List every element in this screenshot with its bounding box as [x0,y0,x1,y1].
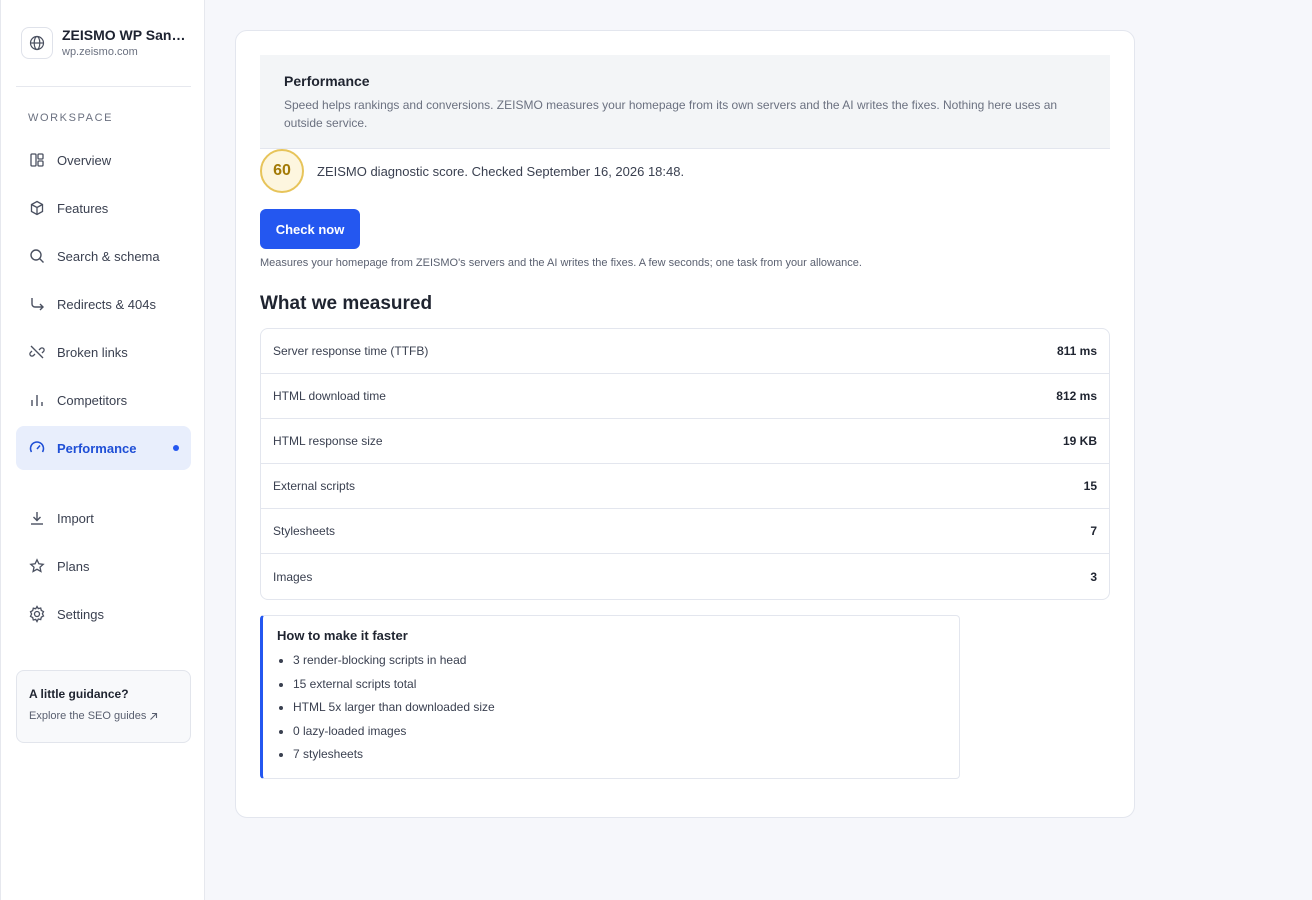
metric-value: 812 ms [1056,389,1097,403]
guidance-card: A little guidance? Explore the SEO guide… [16,670,191,743]
sidebar-item-import[interactable]: Import [16,496,191,540]
score-row: 60 ZEISMO diagnostic score. Checked Sept… [260,149,684,193]
gear-icon [28,605,46,623]
metric-label: Images [273,569,313,584]
metric-value: 3 [1090,569,1097,584]
dashboard-icon [28,151,46,169]
measured-heading: What we measured [260,293,433,314]
sidebar-item-label: Plans [57,558,90,574]
sidebar-item-redirects[interactable]: Redirects & 404s [16,282,191,326]
metric-value: 811 ms [1056,344,1097,358]
seo-guides-link[interactable]: Explore the SEO guides [29,710,178,722]
sidebar-divider [16,86,191,87]
guidance-title: A little guidance? [29,687,129,701]
score-badge: 60 [260,149,304,193]
table-row: Stylesheets 7 [261,509,1109,554]
table-row: Server response time (TTFB) 811 ms [261,329,1109,374]
sidebar-item-label: Overview [57,152,112,168]
table-row: HTML download time 812 ms [261,374,1109,419]
sidebar-item-broken-links[interactable]: Broken links [16,330,191,374]
star-icon [28,557,46,575]
check-now-button[interactable]: Check now [260,209,360,249]
bar-chart-icon [28,391,46,409]
table-row: HTML response size 19 KB [261,419,1109,464]
sidebar-item-label: Performance [57,440,137,456]
tips-list: 3 render-blocking scripts in head 15 ext… [277,649,945,767]
table-row: External scripts 15 [261,464,1109,509]
metric-label: HTML download time [273,389,386,403]
metric-value: 15 [1083,479,1097,493]
list-item: 15 external scripts total [293,673,945,697]
redirect-arrow-icon [28,295,46,313]
list-item: HTML 5x larger than downloaded size [293,696,945,720]
broken-link-icon [28,343,46,361]
sidebar-item-performance[interactable]: Performance [16,426,191,470]
sidebar-item-label: Import [57,510,94,526]
site-url: wp.zeismo.com [62,46,138,58]
list-item: 0 lazy-loaded images [293,720,945,744]
site-switcher[interactable]: ZEISMO WP Sandbox wp.zeismo.com [21,27,191,59]
performance-intro: Performance Speed helps rankings and con… [260,55,1110,149]
sidebar-item-label: Competitors [57,392,128,408]
sidebar-item-plans[interactable]: Plans [16,544,191,588]
metric-value: 7 [1090,524,1097,538]
workspace-label: WORKSPACE [28,112,114,124]
sidebar-item-competitors[interactable]: Competitors [16,378,191,422]
active-indicator-dot [173,445,179,451]
score-description: ZEISMO diagnostic score. Checked Septemb… [317,163,685,179]
sidebar-item-overview[interactable]: Overview [16,138,191,182]
globe-icon [21,27,53,59]
metric-label: External scripts [273,479,356,493]
list-item: 7 stylesheets [293,743,945,767]
cube-icon [28,199,46,217]
speed-tips-panel: How to make it faster 3 render-blocking … [260,615,960,779]
sidebar-item-search-schema[interactable]: Search & schema [16,234,191,278]
list-item: 3 render-blocking scripts in head [293,649,945,673]
sidebar-item-label: Features [57,200,109,216]
download-icon [28,509,46,527]
sidebar-item-label: Broken links [57,344,128,360]
gauge-icon [28,439,46,457]
page-description: Speed helps rankings and conversions. ZE… [284,98,1058,130]
metric-label: Stylesheets [273,524,336,538]
site-name: ZEISMO WP Sandbox [62,27,187,43]
check-note: Measures your homepage from ZEISMO's ser… [260,257,862,269]
sidebar-item-label: Redirects & 404s [57,296,156,312]
tips-title: How to make it faster [277,628,408,643]
table-row: Images 3 [261,554,1109,599]
metric-label: Server response time (TTFB) [273,344,429,358]
metric-label: HTML response size [273,434,383,448]
performance-card: Performance Speed helps rankings and con… [235,30,1135,818]
external-link-icon [149,712,158,721]
metrics-table: Server response time (TTFB) 811 ms HTML … [260,328,1110,600]
sidebar-item-label: Settings [57,606,104,622]
sidebar-item-settings[interactable]: Settings [16,592,191,636]
search-icon [28,247,46,265]
sidebar-item-features[interactable]: Features [16,186,191,230]
page-title: Performance [284,73,370,89]
sidebar: ZEISMO WP Sandbox wp.zeismo.com WORKSPAC… [0,0,205,900]
sidebar-item-label: Search & schema [57,248,160,264]
metric-value: 19 KB [1062,434,1097,448]
